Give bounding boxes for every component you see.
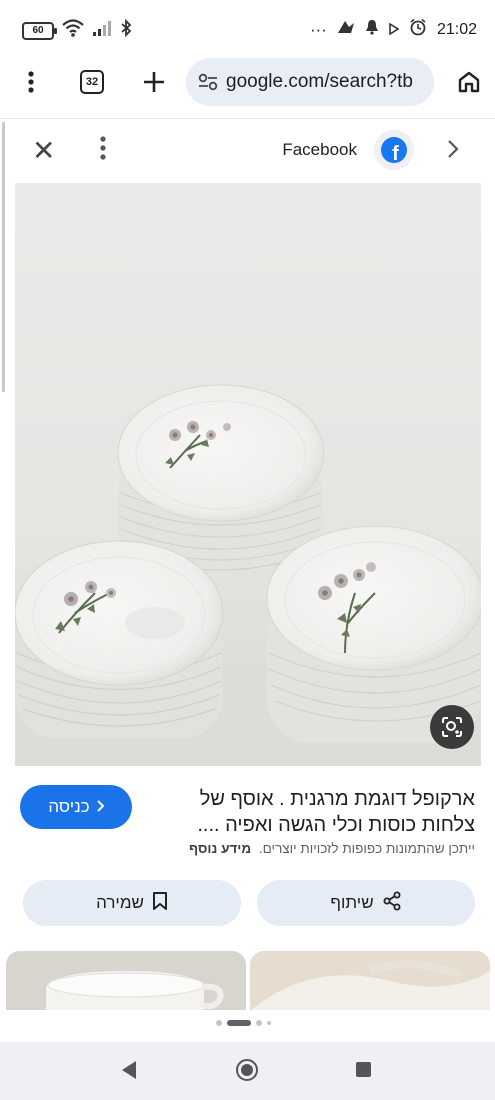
related-image-2[interactable]	[250, 951, 490, 1011]
visit-label: כניסה	[48, 797, 90, 816]
bookmark-icon	[152, 891, 168, 916]
copyright-disclaimer: ייתכן שהתמונות כפופות לזכויות יוצרים. מי…	[189, 841, 475, 856]
page-dot	[256, 1020, 262, 1026]
share-icon	[382, 891, 402, 916]
chevron-right-icon[interactable]	[447, 138, 459, 166]
page-indicator	[216, 1020, 271, 1026]
app-notification-icon	[337, 19, 355, 40]
clock: 21:02	[436, 20, 477, 38]
chevron-right-icon	[96, 797, 105, 817]
source-label[interactable]: Facebook	[282, 140, 357, 160]
url-text: google.com/search?tb	[226, 71, 413, 92]
kebab-icon	[28, 71, 34, 93]
lens-header: ✕ Facebook f	[0, 120, 495, 182]
options-icon[interactable]	[100, 136, 106, 165]
tab-count: 32	[80, 70, 104, 94]
save-button[interactable]: שמירה	[23, 880, 241, 926]
bluetooth-icon	[120, 18, 132, 42]
more-notifications-icon: ···	[309, 19, 327, 39]
back-icon[interactable]	[122, 1061, 136, 1079]
facebook-icon[interactable]: f	[374, 130, 414, 170]
lens-icon	[442, 717, 462, 737]
play-icon	[389, 20, 400, 40]
recents-icon[interactable]	[356, 1062, 371, 1077]
pager-area	[0, 1010, 495, 1044]
result-image[interactable]	[15, 183, 481, 766]
result-title[interactable]: ארקופל דוגמת מרגנית . אוסף של צלחות כוסו…	[155, 786, 475, 838]
disclaimer-text: ייתכן שהתמונות כפופות לזכויות יוצרים.	[258, 841, 475, 856]
more-info-link[interactable]: מידע נוסף	[189, 841, 251, 856]
status-bar: 60 ··· 21:02	[0, 0, 495, 58]
share-label: שיתוף	[330, 893, 374, 912]
page-dot	[267, 1021, 271, 1025]
battery-icon: 60	[22, 21, 57, 40]
site-settings-icon[interactable]	[198, 73, 218, 91]
share-button[interactable]: שיתוף	[257, 880, 475, 926]
home-nav-icon[interactable]	[236, 1059, 258, 1081]
signal-icon	[92, 20, 112, 41]
plate-stack-left	[15, 540, 224, 738]
lens-search-button[interactable]	[430, 705, 474, 749]
home-button[interactable]	[457, 58, 481, 106]
plus-icon	[144, 72, 164, 92]
home-icon	[458, 71, 480, 93]
url-bar[interactable]: google.com/search?tb	[186, 58, 434, 106]
status-right: ··· 21:02	[310, 18, 477, 41]
system-nav-bar	[0, 1042, 495, 1100]
battery-level: 60	[32, 24, 44, 36]
page-dot-active	[227, 1020, 251, 1026]
related-image-1[interactable]	[6, 951, 246, 1011]
save-label: שמירה	[96, 893, 144, 912]
bell-icon	[365, 19, 379, 40]
visit-button[interactable]: כניסה	[20, 785, 132, 829]
scrollbar[interactable]	[2, 122, 5, 392]
toolbar-divider	[0, 118, 495, 119]
status-left: 60	[22, 18, 132, 42]
browser-toolbar: 32 google.com/search?tb	[0, 58, 495, 116]
close-icon[interactable]: ✕	[32, 137, 55, 165]
browser-menu-button[interactable]	[16, 58, 46, 106]
new-tab-button[interactable]	[140, 58, 168, 106]
alarm-icon	[409, 18, 427, 41]
tab-switcher-button[interactable]: 32	[78, 58, 106, 106]
wifi-icon	[62, 19, 84, 42]
page-dot	[216, 1020, 222, 1026]
